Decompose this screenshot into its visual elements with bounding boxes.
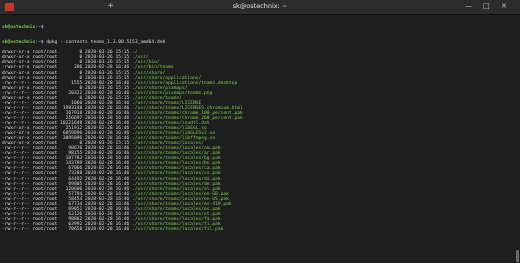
entry-size: 70658: [68, 226, 83, 232]
close-button[interactable]: ✕: [501, 2, 507, 10]
prompt-command: dpkg --contents teams_1.3.00.5153_amd64.…: [43, 40, 166, 46]
scrollbar-track[interactable]: [515, 16, 519, 262]
file-entry-row: -rw-r--r-- root/root 70658 2020-02-28 16…: [2, 227, 512, 232]
entry-permissions: -rw-r--r-- root/root: [2, 226, 58, 232]
entry-date: 2020-02-28: [85, 226, 113, 232]
prompt-line: sk@ostechnix:~$: [2, 25, 512, 30]
scrollbar-thumb[interactable]: [516, 250, 519, 262]
size-padding: [57, 227, 68, 232]
title-bar: sk@ostechnix: ~ + — □ ✕: [0, 0, 520, 15]
prompt-symbol: $: [40, 25, 44, 31]
new-tab-button[interactable]: +: [108, 1, 113, 11]
minimize-button[interactable]: —: [465, 2, 472, 10]
command-line: sk@ostechnix:~$ dpkg --contents teams_1.…: [2, 40, 512, 45]
maximize-button[interactable]: □: [483, 2, 490, 10]
terminal-output[interactable]: sk@ostechnix:~$ sk@ostechnix:~$ dpkg --c…: [2, 15, 512, 263]
prompt-user: sk@ostechnix: [2, 25, 36, 31]
entry-time: 16:46: [115, 226, 130, 232]
prompt-user: sk@ostechnix: [2, 40, 36, 46]
entry-path: ./usr/share/teams/locales/fil.pak: [132, 226, 224, 232]
window-title: sk@ostechnix: ~: [232, 2, 288, 10]
